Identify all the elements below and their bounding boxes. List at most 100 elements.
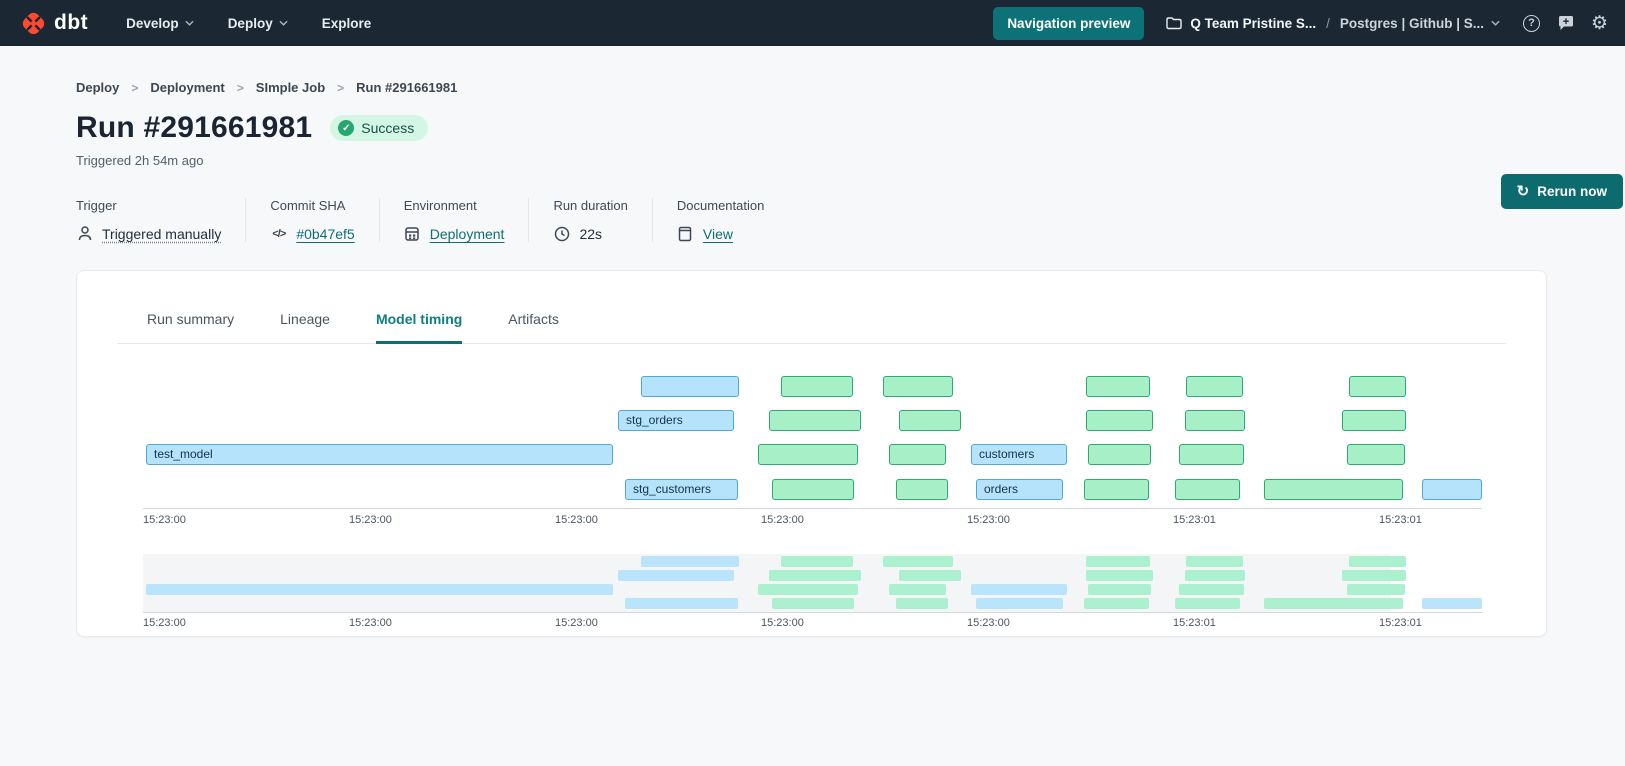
minimap-bar: [889, 584, 946, 595]
minimap-axis-label: 15:23:00: [761, 617, 804, 629]
project-selector[interactable]: Postgres | Github | S...: [1340, 16, 1500, 31]
nav-menu-label: Deploy: [228, 16, 273, 31]
gantt-bar[interactable]: [896, 479, 948, 500]
breadcrumb-item[interactable]: SImple Job: [256, 80, 325, 95]
tab-bar: Run summary Lineage Model timing Artifacts: [117, 311, 1506, 344]
tab-lineage[interactable]: Lineage: [280, 311, 330, 344]
time-axis-label: 15:23:01: [1379, 514, 1422, 526]
person-icon: [76, 225, 93, 242]
navigation-preview-button[interactable]: Navigation preview: [993, 7, 1144, 40]
gantt-bar[interactable]: [758, 444, 858, 465]
time-axis-label: 15:23:00: [143, 514, 186, 526]
gantt-bar[interactable]: [1088, 444, 1151, 465]
nav-menu-develop[interactable]: Develop: [126, 16, 194, 31]
gantt-bar[interactable]: [1347, 444, 1405, 465]
breadcrumb-item: Run #291661981: [356, 80, 457, 95]
gantt-bar-customers[interactable]: customers: [971, 444, 1067, 465]
meta-label: Documentation: [677, 198, 764, 213]
nav-menu-deploy[interactable]: Deploy: [228, 16, 288, 31]
dbt-logo-text: dbt: [54, 11, 88, 35]
minimap-bar: [1084, 598, 1149, 609]
tab-model-timing[interactable]: Model timing: [376, 311, 462, 344]
rerun-now-button[interactable]: ↻ Rerun now: [1501, 174, 1623, 209]
meta-environment: EnvironmentDeployment: [379, 198, 529, 242]
minimap-bar: [781, 556, 853, 567]
project-name: Postgres | Github | S...: [1340, 16, 1484, 31]
run-meta-row: TriggerTriggered manuallyCommit SHA</>#0…: [76, 198, 1547, 242]
gantt-bar-orders[interactable]: orders: [976, 479, 1063, 500]
account-breadcrumb[interactable]: Q Team Pristine S...: [1166, 16, 1316, 31]
breadcrumb-item[interactable]: Deploy: [76, 80, 119, 95]
meta-value-row: Triggered manually: [76, 225, 221, 242]
gantt-bar[interactable]: [1175, 479, 1240, 500]
success-check-icon: ✓: [338, 120, 354, 136]
gantt-bar[interactable]: [889, 444, 946, 465]
help-icon[interactable]: ?: [1522, 14, 1541, 33]
minimap-bar: [1086, 556, 1150, 567]
nav-menu-explore[interactable]: Explore: [322, 16, 372, 31]
meta-value-row: 22s: [553, 225, 627, 242]
minimap-bar: [1342, 570, 1406, 581]
folder-icon: [1166, 16, 1182, 30]
chevron-down-icon: [1491, 20, 1500, 26]
dbt-logo[interactable]: dbt: [20, 10, 88, 37]
breadcrumb-separator: >: [237, 81, 244, 95]
meta-value-text[interactable]: View: [703, 226, 733, 242]
minimap-bar: [899, 570, 961, 581]
feedback-icon[interactable]: [1556, 14, 1575, 33]
tab-run-summary[interactable]: Run summary: [147, 311, 234, 344]
minimap-axis-label: 15:23:01: [1173, 617, 1216, 629]
gantt-bar[interactable]: [772, 479, 854, 500]
gantt-bar[interactable]: [1349, 376, 1406, 397]
triggered-timestamp: Triggered 2h 54m ago: [76, 153, 1547, 168]
time-axis-label: 15:23:00: [761, 514, 804, 526]
gantt-bar[interactable]: [1084, 479, 1149, 500]
chevron-down-icon: [279, 20, 288, 26]
tab-artifacts[interactable]: Artifacts: [508, 311, 559, 344]
meta-value-text[interactable]: Deployment: [430, 226, 505, 242]
meta-value-text[interactable]: #0b47ef5: [296, 226, 354, 242]
account-name: Q Team Pristine S...: [1190, 16, 1316, 31]
gantt-bar[interactable]: [1422, 479, 1482, 500]
gantt-bar[interactable]: [1185, 410, 1245, 431]
gantt-bar-stg_orders[interactable]: stg_orders: [618, 410, 734, 431]
breadcrumb-item[interactable]: Deployment: [150, 80, 224, 95]
page-title: Run #291661981: [76, 111, 312, 145]
meta-run-duration: Run duration22s: [528, 198, 651, 242]
gantt-bar[interactable]: [883, 376, 953, 397]
gantt-bar[interactable]: [781, 376, 853, 397]
meta-commit-sha: Commit SHA</>#0b47ef5: [245, 198, 378, 242]
meta-value-row: View: [677, 225, 764, 242]
meta-value-row: Deployment: [404, 225, 505, 242]
minimap-bar: [625, 598, 738, 609]
rerun-button-label: Rerun now: [1537, 184, 1607, 199]
meta-value-row: </> #0b47ef5: [270, 225, 354, 242]
minimap-bar: [1349, 556, 1406, 567]
gantt-bar[interactable]: [1086, 410, 1153, 431]
code-icon: </>: [270, 225, 287, 242]
gantt-bar[interactable]: [899, 410, 961, 431]
minimap-bar: [1185, 570, 1245, 581]
meta-documentation: Documentation View: [652, 198, 788, 242]
gantt-bar[interactable]: [641, 376, 739, 397]
model-timing-minimap[interactable]: 15:23:0015:23:0015:23:0015:23:0015:23:00…: [143, 554, 1482, 630]
minimap-bar: [1175, 598, 1240, 609]
minimap-bar: [1088, 584, 1151, 595]
minimap-bar: [618, 570, 734, 581]
gantt-bar[interactable]: [1086, 376, 1150, 397]
minimap-axis-label: 15:23:01: [1379, 617, 1422, 629]
gantt-bar-test_model[interactable]: test_model: [146, 444, 613, 465]
gantt-bar[interactable]: [1186, 376, 1243, 397]
gantt-bar[interactable]: [1264, 479, 1403, 500]
status-badge-label: Success: [361, 120, 414, 136]
gantt-bar[interactable]: [1179, 444, 1244, 465]
run-detail-card: Run summaryLineageModel timingArtifacts …: [76, 270, 1547, 637]
settings-icon[interactable]: ⚙: [1590, 14, 1609, 33]
gantt-bar[interactable]: [1342, 410, 1406, 431]
chevron-down-icon: [185, 20, 194, 26]
gantt-bar-stg_customers[interactable]: stg_customers: [625, 479, 738, 500]
gantt-bar[interactable]: [769, 410, 861, 431]
meta-value-text: Triggered manually: [102, 226, 221, 242]
minimap-bar: [769, 570, 861, 581]
time-axis-line: [143, 508, 1482, 509]
